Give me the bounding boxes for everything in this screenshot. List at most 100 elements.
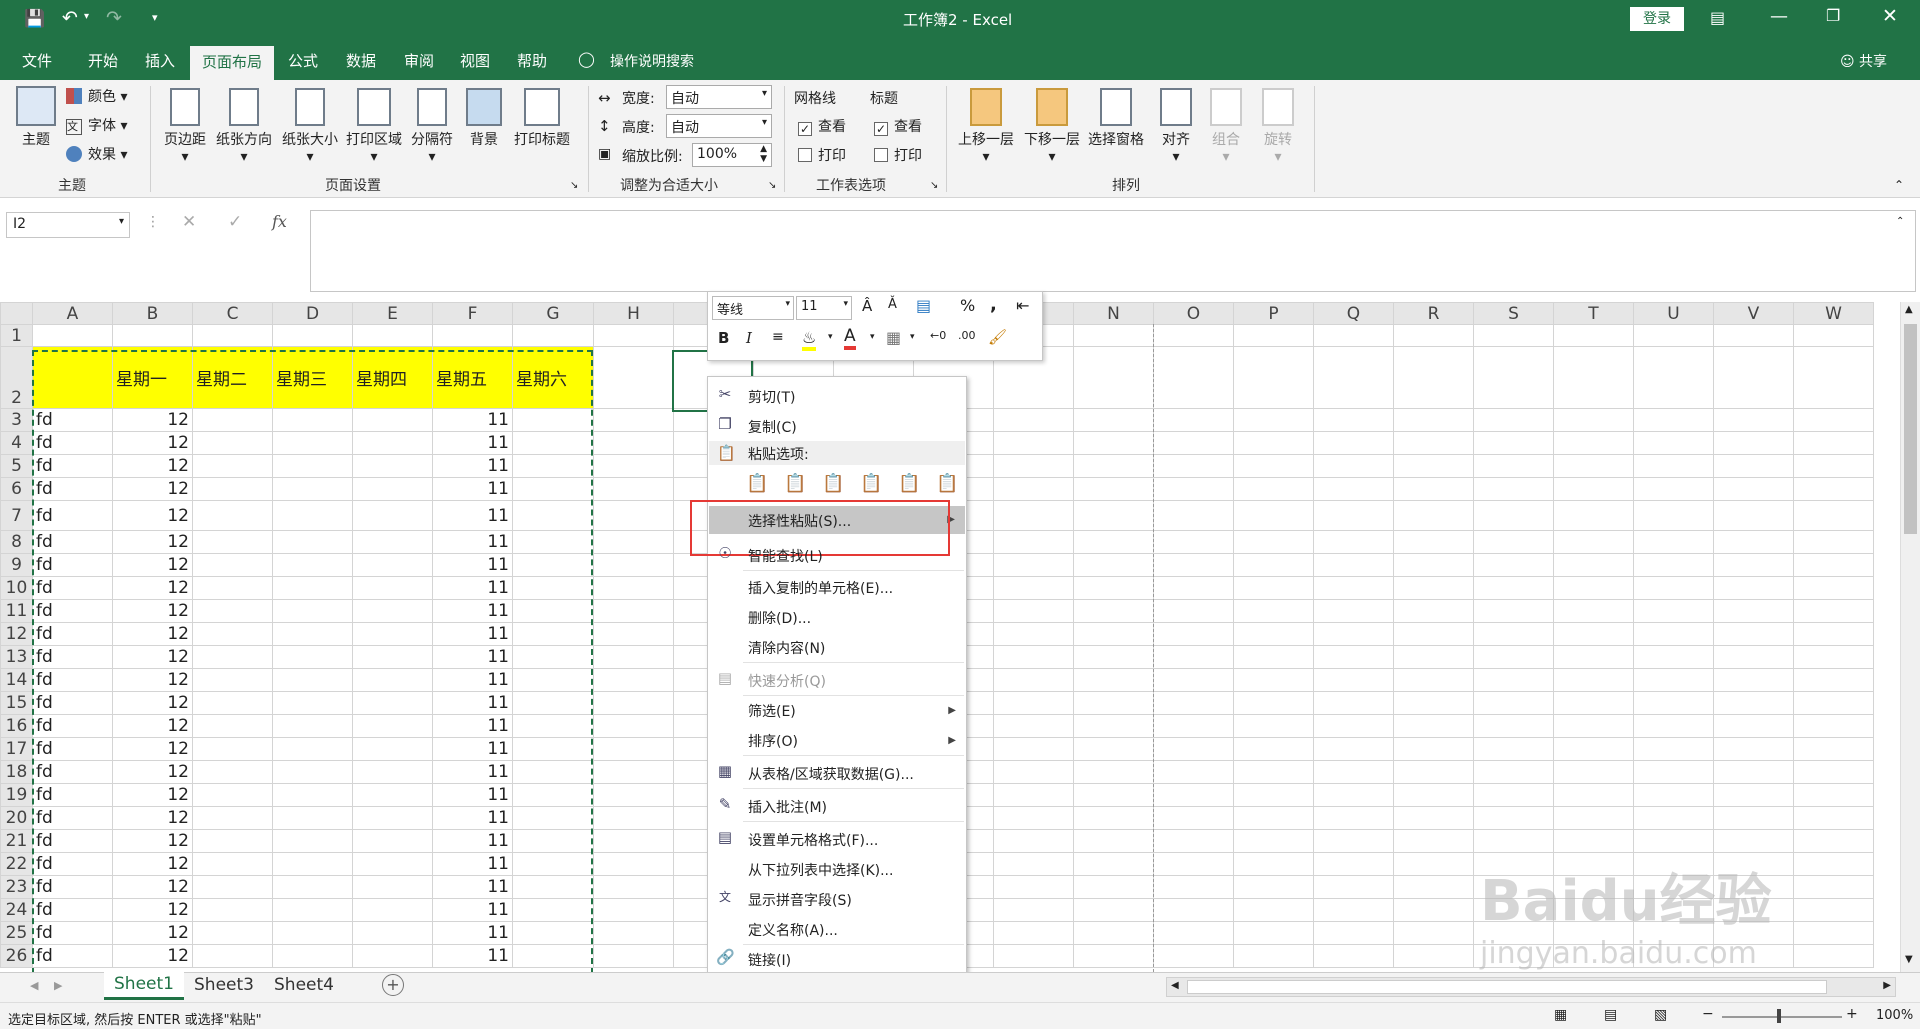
cell[interactable]	[1473, 346, 1554, 409]
cell[interactable]	[1393, 875, 1474, 899]
cell[interactable]	[1553, 500, 1634, 531]
cell[interactable]	[1793, 921, 1874, 945]
cell[interactable]	[1393, 668, 1474, 692]
cell[interactable]	[1153, 875, 1234, 899]
cell[interactable]	[1553, 324, 1634, 347]
send-backward-button[interactable]: 下移一层 ▾	[1020, 88, 1084, 165]
cell[interactable]	[1473, 553, 1554, 577]
cell[interactable]	[1153, 714, 1234, 738]
cell[interactable]	[1073, 645, 1154, 669]
cell[interactable]	[1473, 875, 1554, 899]
cell[interactable]	[1313, 829, 1394, 853]
cell[interactable]	[1313, 599, 1394, 623]
cell[interactable]: fd	[32, 500, 113, 531]
row-header[interactable]: 3	[0, 408, 33, 432]
cell[interactable]	[1633, 921, 1714, 945]
cell[interactable]	[32, 346, 113, 409]
cell[interactable]	[993, 852, 1074, 876]
cell[interactable]	[1473, 737, 1554, 761]
cell[interactable]	[1313, 852, 1394, 876]
paste-formulas-icon[interactable]: 📋	[822, 473, 844, 494]
cell[interactable]	[1313, 553, 1394, 577]
cell[interactable]: 11	[432, 691, 513, 715]
cell[interactable]	[1793, 760, 1874, 784]
cell[interactable]	[1233, 599, 1314, 623]
cell[interactable]	[1313, 454, 1394, 478]
undo-icon[interactable]: ↶	[62, 7, 78, 29]
cell[interactable]: fd	[32, 530, 113, 554]
paste-transpose-icon[interactable]: 📋	[860, 473, 882, 494]
close-icon[interactable]: ✕	[1882, 5, 1898, 27]
cell[interactable]	[192, 477, 273, 501]
bold-icon[interactable]: B	[718, 329, 729, 347]
cell[interactable]	[192, 408, 273, 432]
cell[interactable]: 12	[112, 898, 193, 922]
chevron-down-icon[interactable]: ▾	[910, 332, 915, 342]
comma-style-icon[interactable]: ,	[990, 294, 997, 315]
cell[interactable]	[1633, 530, 1714, 554]
cell[interactable]	[1233, 553, 1314, 577]
cell[interactable]	[512, 599, 594, 623]
cell[interactable]	[1153, 944, 1234, 968]
cell[interactable]	[1713, 576, 1794, 600]
cell[interactable]: 12	[112, 500, 193, 531]
cell[interactable]	[1233, 760, 1314, 784]
cell[interactable]	[1713, 408, 1794, 432]
paste-formatting-icon[interactable]: 📋	[898, 473, 920, 494]
cell[interactable]	[1073, 737, 1154, 761]
cell[interactable]: 12	[112, 431, 193, 455]
cell[interactable]	[1073, 944, 1154, 968]
cell[interactable]	[1553, 898, 1634, 922]
cell[interactable]	[1473, 806, 1554, 830]
cell[interactable]: 12	[112, 829, 193, 853]
cell[interactable]	[192, 530, 273, 554]
cell[interactable]	[593, 599, 674, 623]
enter-icon[interactable]: ✓	[228, 212, 242, 232]
insert-function-icon[interactable]: fx	[272, 212, 287, 231]
cell[interactable]	[1473, 829, 1554, 853]
menu-item-pick-list[interactable]: 从下拉列表中选择(K)...	[748, 860, 893, 880]
cell[interactable]	[1393, 530, 1474, 554]
cell[interactable]	[1153, 346, 1234, 409]
cell[interactable]	[1713, 737, 1794, 761]
cell[interactable]	[1713, 477, 1794, 501]
cell[interactable]	[1553, 530, 1634, 554]
expand-formula-icon[interactable]: ⌃	[1896, 216, 1904, 227]
cell[interactable]	[1553, 806, 1634, 830]
cell[interactable]	[1793, 500, 1874, 531]
sheet-tab-sheet3[interactable]: Sheet3	[194, 975, 254, 995]
cell[interactable]	[593, 431, 674, 455]
zoom-level[interactable]: 100%	[1876, 1008, 1913, 1023]
cell[interactable]	[1793, 346, 1874, 409]
cell[interactable]: 12	[112, 737, 193, 761]
customize-qat-icon[interactable]: ▾	[152, 11, 158, 24]
cell[interactable]	[1793, 599, 1874, 623]
row-header[interactable]: 15	[0, 691, 33, 715]
add-sheet-icon[interactable]: +	[382, 974, 404, 996]
cell[interactable]	[352, 454, 433, 478]
cell[interactable]	[352, 622, 433, 646]
group-button[interactable]: 组合 ▾	[1204, 88, 1248, 165]
cell[interactable]	[1633, 875, 1714, 899]
cell[interactable]	[1393, 944, 1474, 968]
minimize-icon[interactable]: —	[1770, 6, 1788, 27]
cell[interactable]	[272, 645, 353, 669]
name-box[interactable]: I2 ▾	[6, 212, 130, 238]
row-header[interactable]: 10	[0, 576, 33, 600]
cell[interactable]	[272, 454, 353, 478]
menu-item-delete[interactable]: 删除(D)...	[748, 608, 811, 628]
cell[interactable]	[352, 668, 433, 692]
increase-decimal-icon[interactable]: ←0	[930, 329, 946, 342]
align-button[interactable]: 对齐 ▾	[1154, 88, 1198, 165]
cell[interactable]	[1313, 668, 1394, 692]
cell[interactable]	[1713, 431, 1794, 455]
row-header[interactable]: 6	[0, 477, 33, 501]
column-header[interactable]: C	[192, 302, 273, 325]
cell[interactable]	[1553, 622, 1634, 646]
font-color-icon[interactable]: A	[844, 326, 856, 350]
cell[interactable]	[1793, 737, 1874, 761]
cell[interactable]	[1713, 454, 1794, 478]
cell[interactable]	[352, 783, 433, 807]
cell[interactable]	[993, 431, 1074, 455]
cell[interactable]	[593, 760, 674, 784]
